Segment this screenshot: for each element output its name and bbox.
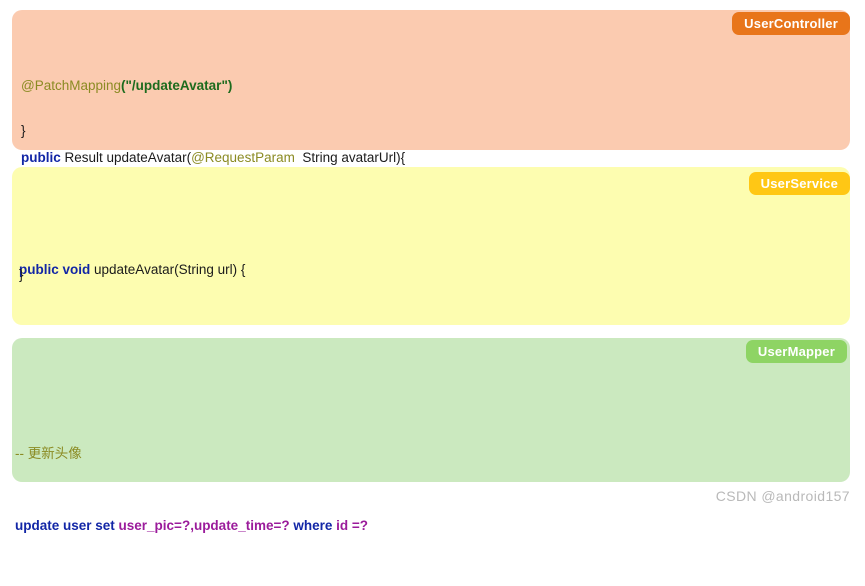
code-line: -- 更新头像 [15,442,368,466]
code-token: @PatchMapping [21,78,122,93]
code-token: String avatarUrl){ [294,150,406,165]
watermark-text: CSDN @android157 [715,488,850,504]
code-token: @RequestParam [191,150,295,165]
code-token: public void [19,262,91,277]
code-line: @PatchMapping("/updateAvatar") [21,74,405,98]
panel-badge-user-service: UserService [748,172,850,195]
code-token: where [289,518,337,533]
code-token: -- 更新头像 [15,446,82,461]
code-line: update user set user_pic=?,update_time=?… [15,514,368,538]
code-token: id =? [336,518,369,533]
code-token: update user set [15,518,119,533]
code-token: Result updateAvatar( [60,150,192,165]
diagram-canvas: UserController @PatchMapping("/updateAva… [0,0,865,533]
code-token: user_pic=?,update_time=? [118,518,290,533]
closing-brace-user-service: } [19,267,24,282]
closing-brace-user-controller: } [21,123,26,138]
code-token: "/updateAvatar" [125,78,228,93]
panel-badge-user-mapper: UserMapper [745,340,847,363]
code-body-user-mapper: -- 更新头像 update user set user_pic=?,updat… [15,394,368,586]
panel-badge-user-controller: UserController [732,12,850,35]
code-body-user-service: public void updateAvatar(String url) { [19,210,245,330]
code-line: public void updateAvatar(String url) { [19,258,245,282]
code-token: ) [227,78,233,93]
code-token: updateAvatar(String url) { [90,262,246,277]
code-token: public [21,150,61,165]
